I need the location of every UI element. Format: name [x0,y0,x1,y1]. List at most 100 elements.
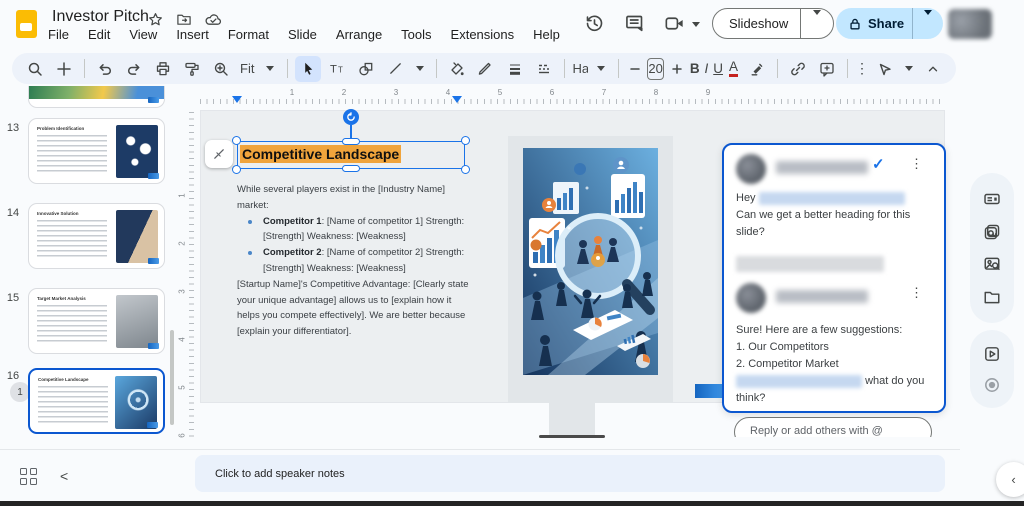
account-avatar[interactable] [948,9,992,39]
cloud-saved-icon[interactable] [205,12,222,27]
undo-icon[interactable] [92,56,118,82]
video-call-icon[interactable] [664,13,685,34]
open-comments-icon[interactable] [624,13,645,34]
resize-handle-nw[interactable] [232,136,241,145]
border-weight-tool[interactable] [502,56,528,82]
rotate-handle[interactable] [343,109,359,125]
version-history-icon[interactable] [584,13,605,34]
shapes-tool[interactable] [353,56,379,82]
document-title[interactable]: Investor Pitch [52,8,149,26]
slide-illustration-image[interactable] [523,148,658,375]
add-slide-button[interactable] [51,56,77,82]
insert-link-icon[interactable] [785,56,811,82]
resize-handle-sw[interactable] [232,165,241,174]
slideshow-label[interactable]: Slideshow [713,16,800,31]
comment1-menu-icon[interactable]: ⋮ [910,156,923,172]
slideshow-caret-icon[interactable] [801,15,833,33]
share-label[interactable]: Share [862,16,912,31]
reply-input[interactable]: Reply or add others with @ [734,417,932,437]
menu-file[interactable]: File [48,27,69,42]
h-ruler-9: 9 [706,88,710,97]
add-comment-icon[interactable] [814,56,840,82]
menu-arrange[interactable]: Arrange [336,27,382,42]
slide-thumbnail-15[interactable]: Target Market Analysis [28,288,165,354]
select-tool[interactable] [295,56,321,82]
speaker-notes-input[interactable]: Click to add speaker notes [195,455,945,492]
collapse-filmstrip-icon[interactable]: < [60,468,68,484]
text-box-tool[interactable]: TT [324,56,350,82]
collapse-toolbar-icon[interactable] [920,56,946,82]
font-family-select[interactable]: Hanke... [572,61,588,76]
menu-tools[interactable]: Tools [401,27,431,42]
folder-icon[interactable] [983,288,1001,306]
italic-button[interactable]: I [703,61,711,76]
menu-format[interactable]: Format [228,27,269,42]
underline-button[interactable]: U [713,61,723,76]
resize-handle-ne[interactable] [461,136,470,145]
slide-thumbnail-16-selected[interactable]: Competitive Landscape [28,368,165,434]
border-dash-tool[interactable] [531,56,557,82]
comment2-author-name-blurred [776,290,868,303]
filmstrip-scrollbar[interactable] [170,330,174,425]
font-size-input[interactable]: 20 [647,58,663,80]
star-icon[interactable] [148,12,163,27]
decrease-font-size-button[interactable] [626,56,644,82]
slides-logo-icon[interactable] [16,10,37,38]
indent-marker-left[interactable] [232,96,242,103]
move-folder-icon[interactable] [176,12,192,27]
pen-tools-caret-icon[interactable] [905,66,913,71]
video-call-caret-icon[interactable] [692,22,700,27]
comment2-menu-icon[interactable]: ⋮ [910,285,923,301]
slideshow-button: Slideshow [712,8,834,39]
border-color-tool[interactable] [473,56,499,82]
slide-body-textbox[interactable]: While several players exist in the [Indu… [237,182,471,340]
menu-extensions[interactable]: Extensions [451,27,515,42]
hide-side-panel-button[interactable]: ‹ [996,462,1024,497]
image-search-icon[interactable] [983,255,1001,273]
highlight-color-tool[interactable] [744,56,770,82]
slide-thumbnail-12[interactable] [28,86,165,108]
pen-tools-icon[interactable] [872,56,898,82]
menu-help[interactable]: Help [533,27,560,42]
search-menus-icon[interactable] [22,56,48,82]
line-tool[interactable] [382,56,408,82]
slide-accent-shape[interactable] [695,384,722,398]
indent-marker-right[interactable] [452,96,462,103]
increase-font-size-button[interactable] [667,56,687,82]
comment1-text: Hey Can we get a better heading for this… [736,190,934,241]
mention-chip-blurred [759,192,905,205]
autofit-options-button[interactable] [205,140,233,168]
menu-insert[interactable]: Insert [176,27,209,42]
line-tool-caret-icon[interactable] [416,66,424,71]
slide-thumbnail-14[interactable]: Innovative Solution [28,203,165,269]
zoom-fit-select[interactable]: Fit [237,61,257,76]
menu-edit[interactable]: Edit [88,27,110,42]
print-icon[interactable] [150,56,176,82]
redo-icon[interactable] [121,56,147,82]
font-family-caret-icon[interactable] [597,66,605,71]
share-caret-icon[interactable] [913,15,943,33]
contacts-stack-icon[interactable] [983,223,1001,241]
zoom-icon[interactable] [208,56,234,82]
menu-slide[interactable]: Slide [288,27,317,42]
resize-handle-se[interactable] [461,165,470,174]
body-outro: [Startup Name]'s Competitive Advantage: … [237,277,471,340]
grid-view-icon[interactable] [20,468,38,486]
text-color-button[interactable]: A [729,60,738,77]
record-icon[interactable] [983,376,1001,394]
v-ruler-1: 1 [178,193,187,197]
zoom-fit-caret-icon[interactable] [266,66,274,71]
slideshow-play-icon[interactable] [983,345,1001,363]
bold-button[interactable]: B [690,61,700,76]
more-options-icon[interactable]: ⋮ [855,60,869,77]
slide-thumbnail-13[interactable]: Problem Identification [28,118,165,184]
resolve-comment-icon[interactable]: ✓ [872,155,885,173]
paint-format-icon[interactable] [179,56,205,82]
fill-color-tool[interactable] [444,56,470,82]
contact-card-icon[interactable] [983,190,1001,208]
resize-handle-s[interactable] [342,165,360,172]
resize-handle-n[interactable] [342,138,360,145]
menu-bar: File Edit View Insert Format Slide Arran… [48,27,560,42]
menu-view[interactable]: View [129,27,157,42]
slide-title[interactable]: Competitive Landscape [240,146,401,162]
